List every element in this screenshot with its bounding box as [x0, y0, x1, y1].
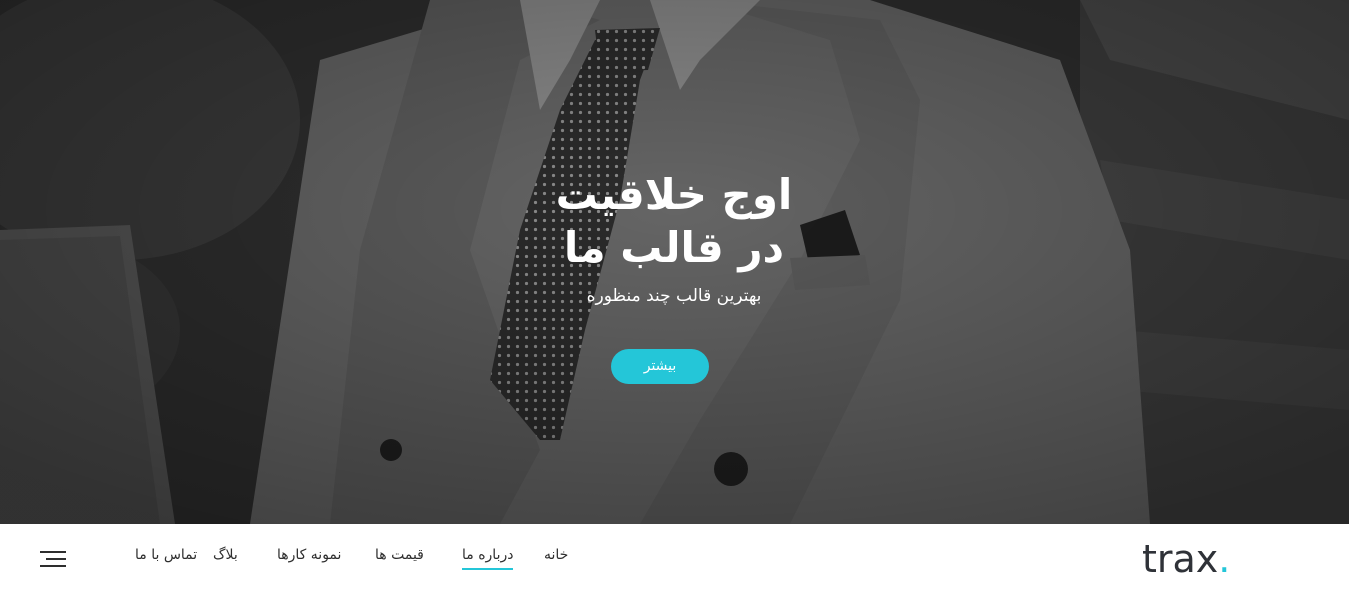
hero-content: اوج خلاقیت در قالب ما بهترین قالب چند من… — [0, 0, 1349, 524]
nav-item-home[interactable]: خانه — [544, 547, 568, 563]
nav-item-portfolio[interactable]: نمونه کارها — [277, 547, 341, 563]
nav-item-blog[interactable]: بلاگ — [213, 547, 238, 563]
hero-title: اوج خلاقیت در قالب ما — [474, 168, 874, 274]
hero-subtitle: بهترین قالب چند منظوره — [586, 286, 762, 306]
hero-title-line-1: اوج خلاقیت — [555, 170, 793, 219]
more-button[interactable]: بیشتر — [611, 349, 709, 384]
logo-text: trax — [1142, 537, 1219, 581]
nav-item-about[interactable]: درباره ما — [462, 547, 514, 570]
hamburger-menu-icon[interactable] — [40, 551, 66, 569]
nav-item-contact[interactable]: تماس با ما — [135, 547, 197, 563]
nav-item-pricing[interactable]: قیمت ها — [375, 547, 424, 563]
hero-section: اوج خلاقیت در قالب ما بهترین قالب چند من… — [0, 0, 1349, 524]
hero-title-line-2: در قالب ما — [563, 223, 785, 272]
logo[interactable]: trax. — [1142, 530, 1231, 581]
logo-dot: . — [1218, 537, 1231, 581]
